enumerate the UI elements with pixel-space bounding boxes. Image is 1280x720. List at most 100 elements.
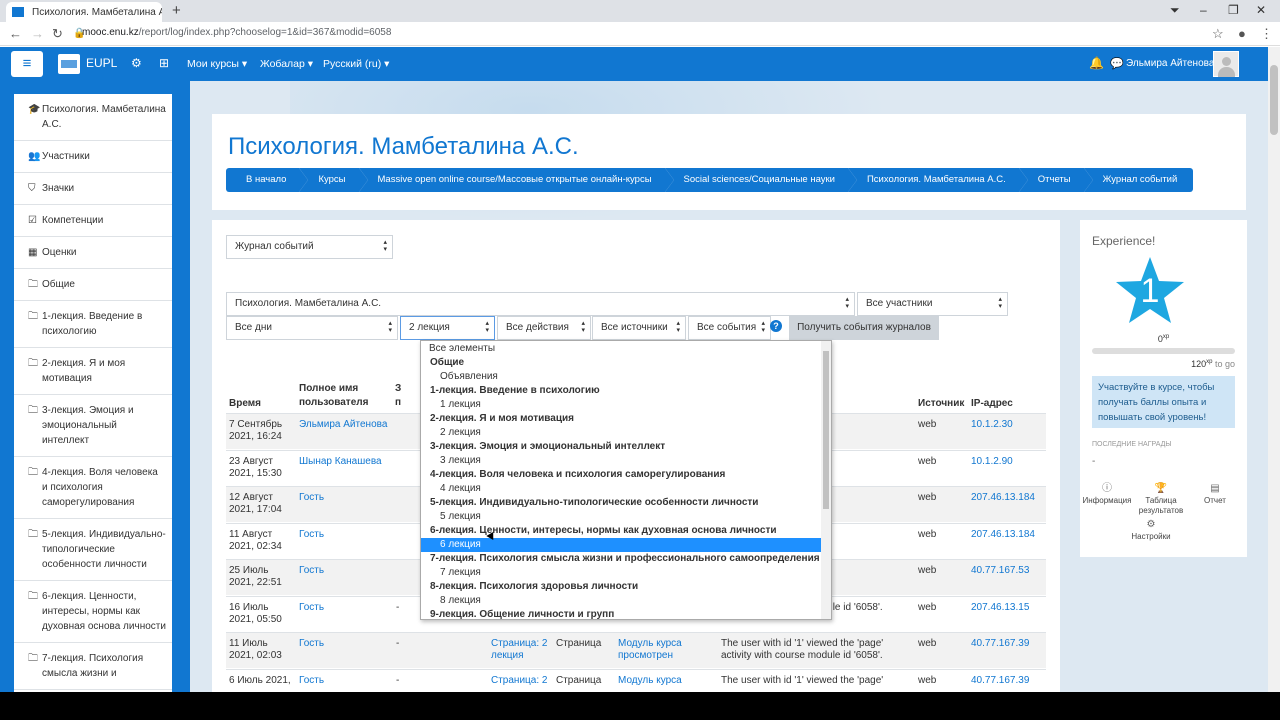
sidebar-item[interactable]: ⛉ Значки [14, 173, 172, 205]
event-link[interactable]: Модуль курса [618, 675, 682, 687]
sidebar-item[interactable]: 🗀 2-лекция. Я и моя мотивация [14, 348, 172, 395]
xp-settings-button[interactable]: ⚙ Настройки [1126, 520, 1176, 542]
tab-search-icon[interactable]: ⏷ [1170, 3, 1180, 18]
activity-select[interactable]: 2 лекция [400, 316, 495, 340]
sidebar-item[interactable]: 🗀 3-лекция. Эмоция и эмоциональный интелл… [14, 395, 172, 457]
dropdown-option[interactable]: 1 лекция [421, 398, 821, 412]
sidebar-item[interactable]: 🗀 7-лекция. Психология смысла жизни и [14, 643, 172, 690]
user-name[interactable]: Эльмира Айтенова [1126, 58, 1214, 69]
breadcrumb-item[interactable]: Social sciences/Социальные науки [664, 168, 858, 192]
dropdown-option[interactable]: 5 лекция [421, 510, 821, 524]
user-link[interactable]: Эльмира Айтенова [299, 419, 387, 431]
back-icon[interactable]: ← [9, 26, 22, 41]
xp-leaderboard-button[interactable]: 🏆 Таблица результатов [1136, 484, 1186, 516]
dropdown-scrollbar[interactable] [821, 341, 831, 619]
event-link-2[interactable]: просмотрен [618, 650, 673, 662]
xp-progress-bar [1092, 348, 1235, 354]
browser-menu-icon[interactable]: ⋮ [1260, 26, 1273, 42]
site-logo[interactable] [58, 54, 80, 74]
report-select[interactable]: Журнал событий [226, 235, 393, 259]
days-select[interactable]: Все дни [226, 316, 398, 340]
context-link-2[interactable]: лекция [491, 650, 524, 662]
address-bar[interactable]: mooc.enu.kz/report/log/index.php?choosel… [82, 27, 391, 38]
dropdown-option[interactable]: Все элементы [421, 342, 821, 356]
profile-icon[interactable]: ● [1238, 26, 1246, 41]
get-logs-button[interactable]: Получить события журналов [789, 316, 939, 340]
bell-icon[interactable]: 🔔 [1089, 56, 1104, 70]
events-select[interactable]: Все события [688, 316, 771, 340]
time-cell-2: 2021, 22:51 [229, 577, 282, 588]
time-cell-2: 2021, 02:34 [229, 540, 282, 552]
cog-icon[interactable]: ⚙ [131, 56, 142, 70]
user-link[interactable]: Гость [299, 529, 324, 541]
breadcrumb-item[interactable]: Психология. Мамбеталина А.С. [847, 168, 1028, 192]
source-cell: web [918, 601, 937, 613]
menu-language[interactable]: Русский (ru) ▾ [323, 58, 389, 70]
sidebar-item[interactable]: 🗀 4-лекция. Воля человека и психология са… [14, 457, 172, 519]
hamburger-menu-icon[interactable]: ≡ [11, 51, 43, 77]
dropdown-option[interactable]: 6 лекция [421, 538, 821, 552]
sidebar-item[interactable]: ▦ Оценки [14, 237, 172, 269]
ip-link[interactable]: 10.1.2.90 [971, 456, 1013, 468]
new-tab-icon[interactable]: + [172, 2, 181, 19]
sidebar-item[interactable]: 🗀 Общие [14, 269, 172, 301]
chat-icon[interactable]: 💬 [1110, 57, 1124, 70]
breadcrumb-item[interactable]: Отчеты [1018, 168, 1093, 192]
ip-link[interactable]: 40.77.167.53 [971, 565, 1029, 577]
event-link[interactable]: Модуль курса [618, 638, 682, 650]
user-link[interactable]: Гость [299, 638, 324, 650]
dropdown-option[interactable]: 3 лекция [421, 454, 821, 468]
dropdown-option[interactable]: 4 лекция [421, 482, 821, 496]
page-scrollbar[interactable] [1268, 47, 1280, 692]
user-link[interactable]: Гость [299, 602, 324, 614]
breadcrumb-item[interactable]: Massive open online course/Массовые откр… [358, 168, 674, 192]
context-link[interactable]: Страница: 2 [491, 638, 547, 650]
dropdown-option[interactable]: Объявления [421, 370, 821, 384]
ip-link[interactable]: 40.77.167.39 [971, 675, 1029, 687]
sidebar-item[interactable]: 🗀 5-лекция. Индивидуально-типологические … [14, 519, 172, 581]
ip-link[interactable]: 207.46.13.15 [971, 602, 1029, 614]
sidebar-item[interactable]: 🎓 Психология. Мамбеталина А.С. [14, 94, 172, 141]
reload-icon[interactable]: ↻ [52, 26, 63, 42]
sidebar-item[interactable]: 🗀 1-лекция. Введение в психологию [14, 301, 172, 348]
ip-link[interactable]: 207.46.13.184 [971, 529, 1035, 541]
site-brand[interactable]: EUPL [86, 56, 117, 70]
menu-my-courses[interactable]: Мои курсы ▾ [187, 58, 247, 70]
forward-icon[interactable]: → [31, 26, 44, 41]
menu-projects[interactable]: Жобалар ▾ [260, 58, 313, 70]
context-link[interactable]: Страница: 2 [491, 675, 547, 687]
dropdown-option[interactable]: 2 лекция [421, 426, 821, 440]
user-link[interactable]: Гость [299, 492, 324, 504]
sidebar-item[interactable]: ☑ Компетенции [14, 205, 172, 237]
source-cell: web [918, 674, 937, 686]
maximize-icon[interactable]: ❐ [1228, 3, 1239, 17]
time-cell-2: 2021, 02:03 [229, 650, 282, 661]
dropdown-option[interactable]: 7 лекция [421, 566, 821, 580]
course-select[interactable]: Психология. Мамбеталина А.С. [226, 292, 855, 316]
xp-info-button[interactable]: ⓘ Информация [1082, 484, 1132, 506]
actions-select[interactable]: Все действия [497, 316, 591, 340]
help-icon[interactable]: ? [770, 320, 782, 332]
ip-link[interactable]: 10.1.2.30 [971, 419, 1013, 431]
ip-link[interactable]: 40.77.167.39 [971, 638, 1029, 650]
breadcrumb-item[interactable]: В начало [226, 168, 309, 192]
user-link[interactable]: Гость [299, 675, 324, 687]
close-window-icon[interactable]: ✕ [1256, 3, 1266, 17]
user-link[interactable]: Шынар Канашева [299, 456, 382, 468]
breadcrumb: В начало Курсы Massive open online course/… [226, 168, 1194, 192]
minimize-icon[interactable]: – [1200, 3, 1207, 17]
sources-select[interactable]: Все источники [592, 316, 686, 340]
user-link[interactable]: Гость [299, 565, 324, 577]
breadcrumb-item[interactable]: Журнал событий [1083, 168, 1194, 192]
bookmark-star-icon[interactable]: ☆ [1212, 26, 1224, 42]
avatar[interactable] [1213, 51, 1239, 77]
sitemap-icon[interactable]: ⊞ [159, 56, 169, 70]
sidebar-item[interactable]: 👥 Участники [14, 141, 172, 173]
xp-report-button[interactable]: ▤ Отчет [1190, 484, 1240, 506]
sidebar-item[interactable]: 🗀 6-лекция. Ценности, интересы, нормы как… [14, 581, 172, 643]
browser-tab[interactable]: Психология. Мамбеталина А.С. ✕ [6, 2, 162, 22]
participants-select[interactable]: Все участники [857, 292, 1008, 316]
ip-link[interactable]: 207.46.13.184 [971, 492, 1035, 504]
dropdown-option[interactable]: 8 лекция [421, 594, 821, 608]
activity-dropdown-list[interactable]: Все элементы Общие Объявления 1-лекция. Вве… [420, 340, 832, 620]
